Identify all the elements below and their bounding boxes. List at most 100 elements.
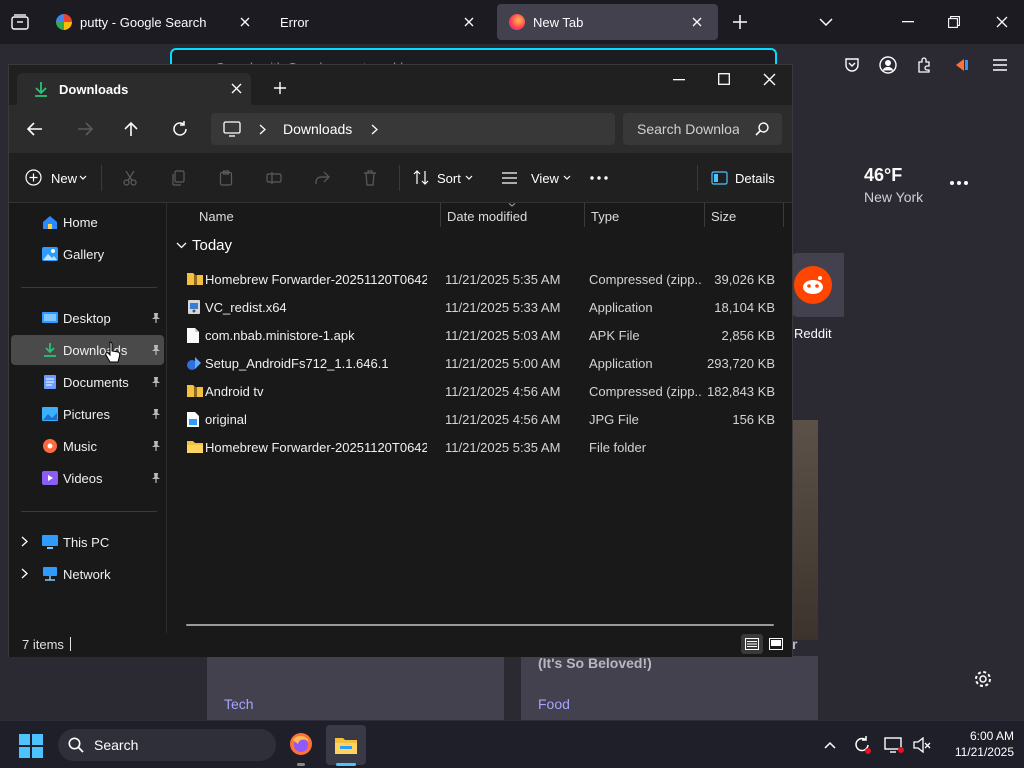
explorer-tab-bar: Downloads <box>9 65 792 105</box>
close-tab-icon[interactable] <box>236 13 254 31</box>
tab-error[interactable]: Error <box>268 4 490 40</box>
taskbar-search-label: Search <box>94 737 139 753</box>
file-row[interactable]: Homebrew Forwarder-20251120T064251... 11… <box>177 433 777 461</box>
menu-hamburger-icon[interactable] <box>989 54 1011 76</box>
restore-icon[interactable] <box>942 12 966 32</box>
story-category: Food <box>538 696 570 712</box>
search-input[interactable]: Search Downloads <box>637 121 739 139</box>
pin-icon[interactable] <box>151 344 161 355</box>
volume-muted-icon[interactable] <box>910 733 934 757</box>
pin-icon[interactable] <box>151 440 161 451</box>
new-button[interactable]: New <box>21 165 93 191</box>
column-header-date[interactable]: Date modified <box>447 209 527 224</box>
pocket-icon[interactable] <box>841 54 863 76</box>
close-tab-icon[interactable] <box>688 13 706 31</box>
sidebar-item-videos[interactable]: Videos <box>11 463 164 493</box>
sidebar-item-label: Documents <box>63 375 129 390</box>
pin-icon[interactable] <box>151 312 161 323</box>
details-pane-button[interactable]: Details <box>707 165 779 191</box>
file-row[interactable]: Android tv 11/21/2025 4:56 AM Compressed… <box>177 377 777 405</box>
horizontal-scrollbar[interactable] <box>186 624 774 626</box>
sidebar-item-documents[interactable]: Documents <box>11 367 164 397</box>
tab-overview-icon[interactable] <box>10 12 30 32</box>
column-header-name[interactable]: Name <box>199 209 234 224</box>
cut-icon[interactable] <box>121 169 139 187</box>
sidebar-item-downloads[interactable]: Downloads <box>11 335 164 365</box>
pin-icon[interactable] <box>151 472 161 483</box>
close-tab-icon[interactable] <box>460 13 478 31</box>
file-type: Application <box>589 356 653 371</box>
extensions-icon[interactable] <box>913 54 935 76</box>
paste-icon[interactable] <box>217 169 235 187</box>
clock[interactable]: 6:00 AM 11/21/2025 <box>944 727 1014 763</box>
sidebar-item-home[interactable]: Home <box>11 207 164 237</box>
copy-icon[interactable] <box>169 169 187 187</box>
column-header-size[interactable]: Size <box>711 209 736 224</box>
refresh-icon[interactable] <box>170 119 190 139</box>
pin-icon[interactable] <box>151 376 161 387</box>
breadcrumb-location[interactable]: Downloads <box>283 121 352 137</box>
file-row[interactable]: Homebrew Forwarder-20251120T064251... 11… <box>177 265 777 293</box>
maximize-icon[interactable] <box>714 70 734 88</box>
display-icon[interactable] <box>882 733 906 757</box>
share-icon[interactable] <box>313 169 331 187</box>
sidebar-item-network[interactable]: Network <box>11 559 164 589</box>
rename-icon[interactable] <box>265 169 283 187</box>
tab-new-tab[interactable]: New Tab <box>497 4 718 40</box>
view-button[interactable]: View <box>497 165 575 191</box>
breadcrumb-separator-icon[interactable] <box>259 124 266 135</box>
sync-icon[interactable] <box>850 733 874 757</box>
chevron-right-icon[interactable] <box>21 536 28 547</box>
sidebar-item-this-pc[interactable]: This PC <box>11 527 164 557</box>
sort-button[interactable]: Sort <box>409 165 481 191</box>
explorer-tab-downloads[interactable]: Downloads <box>17 73 251 105</box>
tab-title: New Tab <box>533 14 584 30</box>
file-row[interactable]: original 11/21/2025 4:56 AM JPG File 156… <box>177 405 777 433</box>
sidebar-item-pictures[interactable]: Pictures <box>11 399 164 429</box>
new-tab-plus-icon[interactable] <box>730 12 750 32</box>
sidebar-item-gallery[interactable]: Gallery <box>11 239 164 269</box>
back-arrow-icon[interactable] <box>25 119 45 139</box>
taskbar-search[interactable]: Search <box>58 729 276 761</box>
minimize-icon[interactable] <box>669 71 689 89</box>
tiles-view-icon[interactable] <box>765 634 787 654</box>
file-date: 11/21/2025 5:35 AM <box>445 272 561 287</box>
column-header-type[interactable]: Type <box>591 209 619 224</box>
more-options-icon[interactable] <box>587 169 611 187</box>
windows-start-icon[interactable] <box>18 733 44 759</box>
close-window-icon[interactable] <box>759 70 779 88</box>
close-tab-icon[interactable] <box>231 83 242 94</box>
list-tabs-chevron-icon[interactable] <box>816 12 836 32</box>
minimize-icon[interactable] <box>896 12 920 32</box>
up-arrow-icon[interactable] <box>121 119 141 139</box>
delete-icon[interactable] <box>361 169 379 187</box>
account-icon[interactable] <box>877 54 899 76</box>
search-box[interactable]: Search Downloads <box>623 113 782 145</box>
settings-gear-icon[interactable] <box>972 668 994 690</box>
sidebar-item-music[interactable]: Music <box>11 431 164 461</box>
navigation-pane: Home Gallery Desktop Downloads Documents… <box>9 203 167 633</box>
file-row[interactable]: VC_redist.x64 11/21/2025 5:33 AM Applica… <box>177 293 777 321</box>
explorer-tab-title: Downloads <box>59 82 129 97</box>
close-window-icon[interactable] <box>990 12 1014 32</box>
firefox-taskbar-icon[interactable] <box>286 729 316 759</box>
chevron-up-icon[interactable] <box>820 735 840 755</box>
pin-icon[interactable] <box>151 408 161 419</box>
weather-more-icon[interactable] <box>948 174 970 192</box>
file-row[interactable]: com.nbab.ministore-1.apk 11/21/2025 5:03… <box>177 321 777 349</box>
details-view-icon[interactable] <box>741 634 763 654</box>
chevron-right-icon[interactable] <box>21 568 28 579</box>
file-explorer-taskbar-icon[interactable] <box>326 725 366 765</box>
tab-putty-search[interactable]: putty - Google Search <box>44 4 266 40</box>
sidebar-item-label: Gallery <box>63 247 105 262</box>
file-icon <box>186 327 200 344</box>
group-header-today[interactable]: Today <box>173 235 373 257</box>
file-row[interactable]: Setup_AndroidFs712_1.1.646.1 11/21/2025 … <box>177 349 777 377</box>
addon-icon[interactable] <box>951 54 973 76</box>
file-type: Application <box>589 300 653 315</box>
forward-arrow-icon[interactable] <box>75 119 95 139</box>
breadcrumb-separator-icon[interactable] <box>371 124 378 135</box>
address-breadcrumb[interactable]: Downloads <box>211 113 615 145</box>
sidebar-item-desktop[interactable]: Desktop <box>11 303 164 333</box>
new-tab-plus-icon[interactable] <box>271 79 289 97</box>
